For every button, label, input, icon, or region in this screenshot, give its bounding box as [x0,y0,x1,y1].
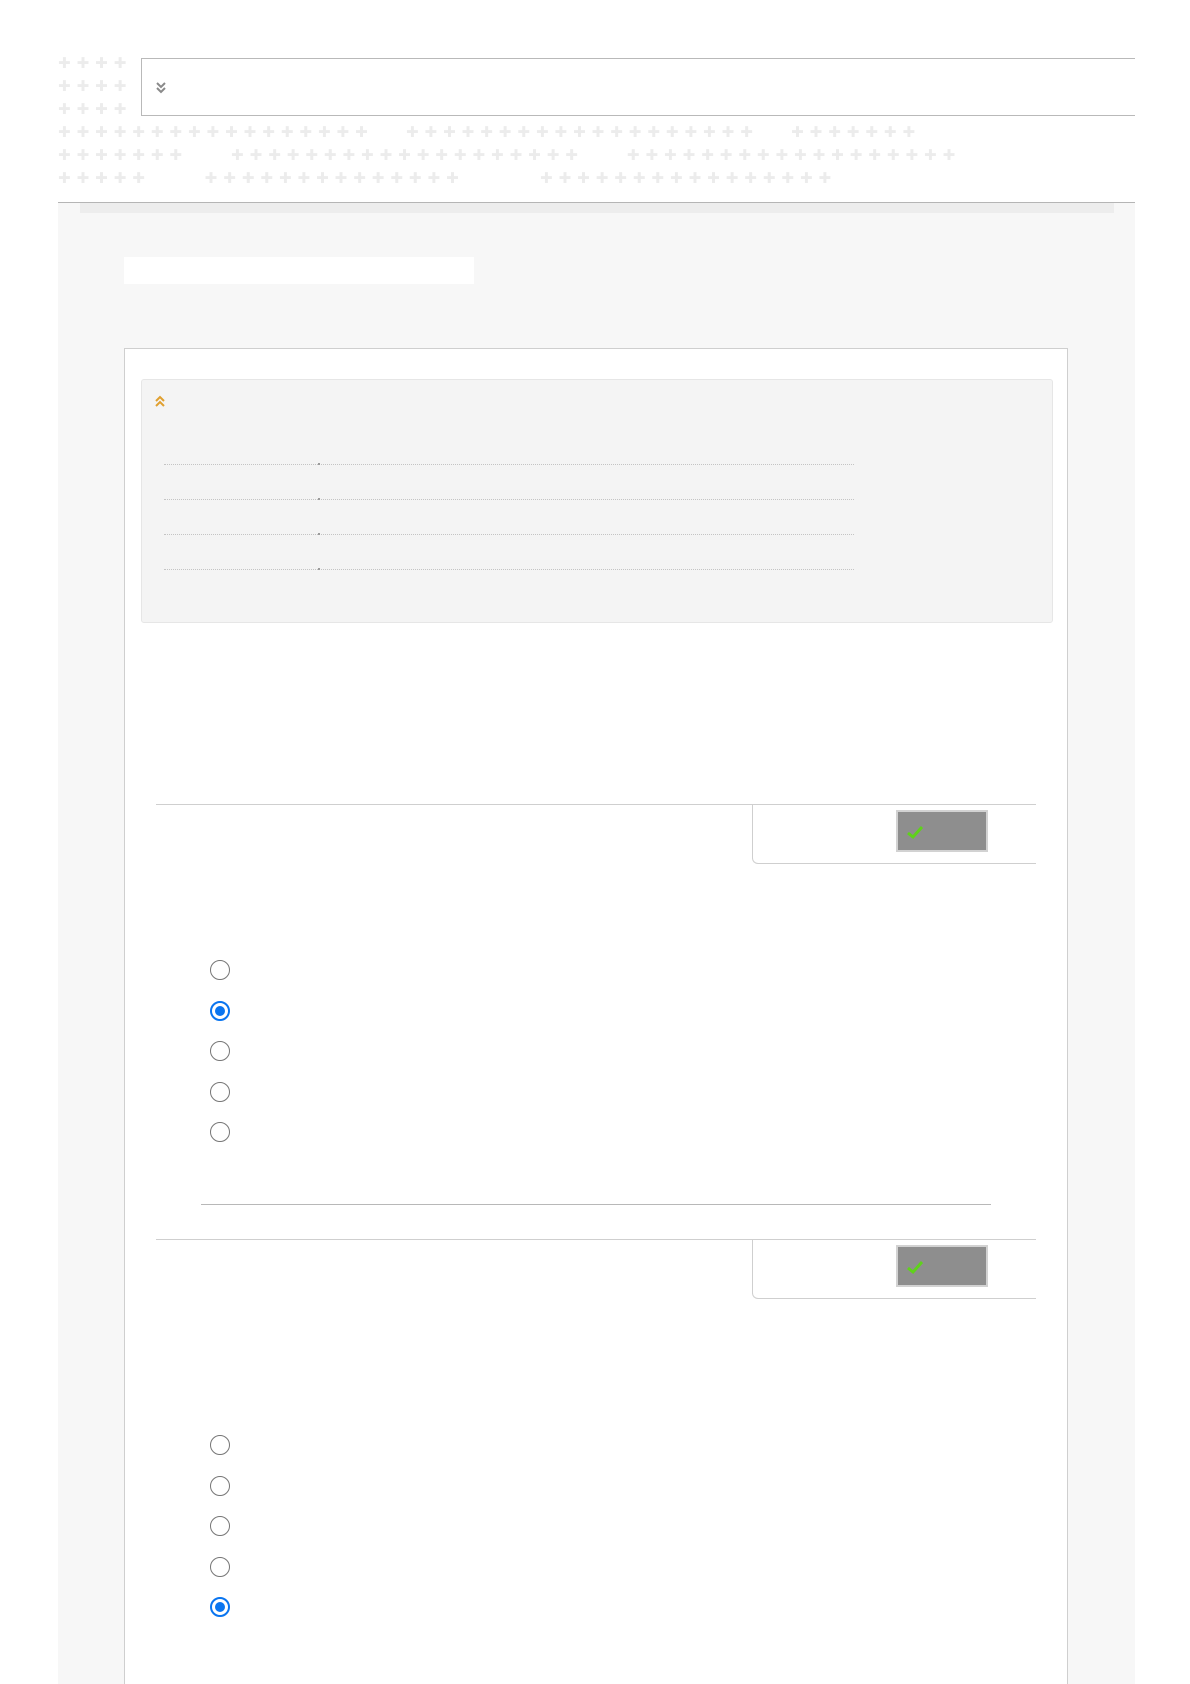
quiz-info-box [141,379,1053,623]
answer-option[interactable] [210,1001,610,1031]
question-info [752,1239,1036,1299]
collapsible-header[interactable] [141,58,1135,116]
double-chevron-down-icon[interactable] [154,79,168,95]
radio-button[interactable] [210,960,230,980]
question-header-line [156,804,752,805]
answer-option[interactable] [210,1476,610,1506]
radio-button[interactable] [210,1122,230,1142]
page-title [124,257,474,284]
info-row [164,533,854,536]
question-header-line [156,1239,752,1240]
answer-option[interactable] [210,1082,610,1112]
answer-option[interactable] [210,1597,610,1627]
page: ✚✚✚✚ ✚✚✚✚ ✚✚✚✚ ✚✚✚✚✚✚✚✚✚✚✚✚✚✚✚✚✚ ✚✚✚✚✚✚✚✚✚✚… [0,0,1190,1684]
info-row-separator [318,463,320,465]
info-row-separator [318,498,320,500]
double-chevron-up-icon[interactable] [153,393,167,409]
answer-option[interactable] [210,1516,610,1546]
radio-button[interactable] [210,1041,230,1061]
radio-button[interactable] [210,1001,230,1021]
radio-button[interactable] [210,1557,230,1577]
green-check-icon [907,825,924,840]
header-shadow [80,203,1114,213]
check-answer-button[interactable] [896,1245,988,1287]
radio-button[interactable] [210,1597,230,1617]
radio-button[interactable] [210,1435,230,1455]
radio-button[interactable] [210,1516,230,1536]
info-row [164,463,854,466]
question-divider [201,1204,991,1205]
answer-option[interactable] [210,1122,610,1152]
info-row [164,498,854,501]
answer-option[interactable] [210,1041,610,1071]
answer-option[interactable] [210,1557,610,1587]
info-row [164,568,854,571]
answer-option[interactable] [210,1435,610,1465]
info-row-separator [318,533,320,535]
green-check-icon [907,1260,924,1275]
question-info [752,804,1036,864]
radio-button[interactable] [210,1082,230,1102]
answer-option[interactable] [210,960,610,990]
check-answer-button[interactable] [896,810,988,852]
info-row-separator [318,568,320,570]
radio-button[interactable] [210,1476,230,1496]
